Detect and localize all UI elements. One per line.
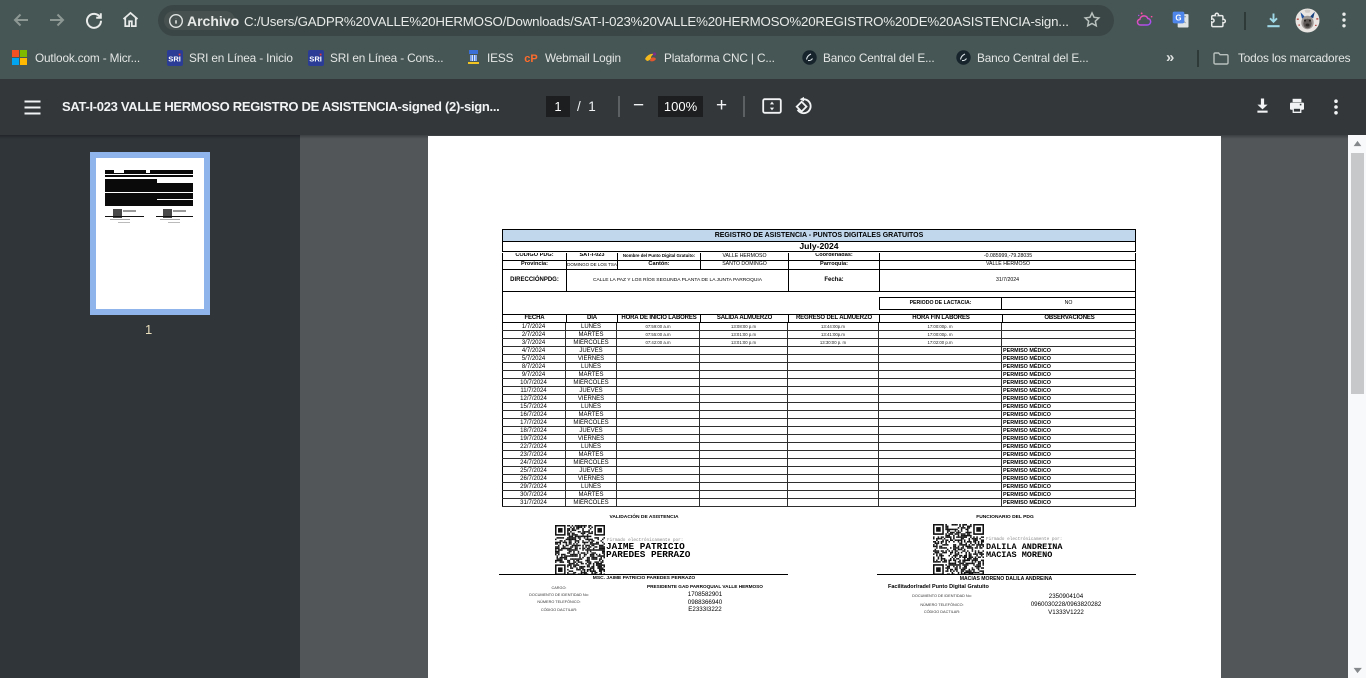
svg-text:G: G bbox=[1175, 14, 1181, 23]
svg-text:SRI: SRI bbox=[168, 55, 181, 64]
svg-text:cP: cP bbox=[524, 53, 537, 65]
svg-text:SRI: SRI bbox=[309, 55, 322, 64]
